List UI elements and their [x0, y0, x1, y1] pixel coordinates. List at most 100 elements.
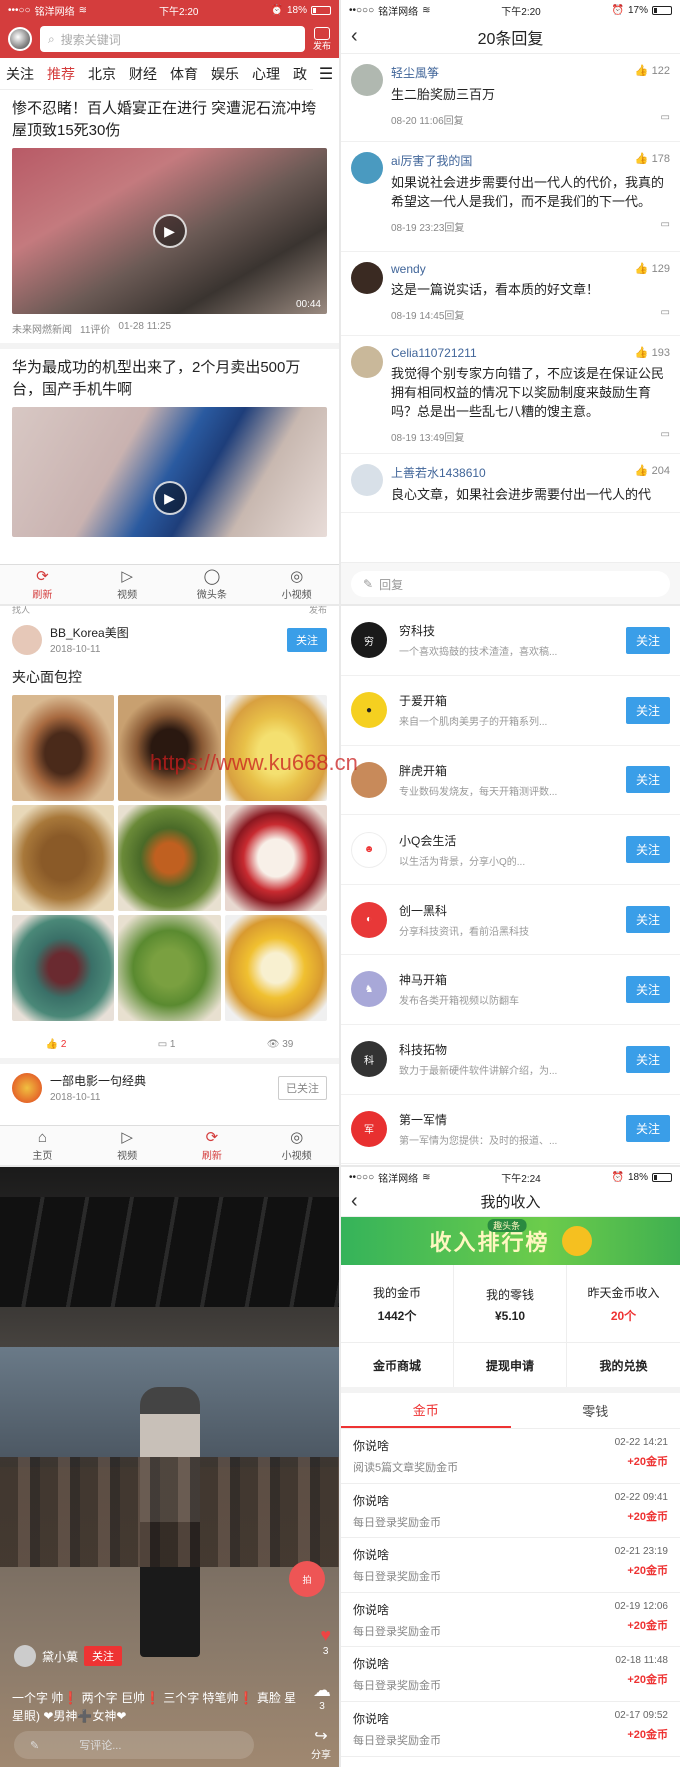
table-row: 你说啥 每日登录奖励金币 02-19 12:06 +20金币: [341, 1593, 680, 1648]
page-title: 20条回复: [477, 30, 544, 48]
back-icon[interactable]: ‹: [351, 1190, 358, 1213]
withdraw-button[interactable]: 提现申请: [454, 1343, 567, 1387]
avatar[interactable]: [351, 152, 383, 184]
avatar[interactable]: [12, 1072, 42, 1103]
nav-shortvideo[interactable]: ◎ 小视频: [254, 565, 339, 604]
nav-video[interactable]: ▷ 视频: [85, 1126, 170, 1165]
photo[interactable]: [118, 915, 221, 1021]
table-row: 你说啥 每日登录奖励金币 02-21 23:19 +20金币: [341, 1538, 680, 1593]
nav-refresh[interactable]: ⟳ 刷新: [0, 565, 85, 604]
coin-mall-button[interactable]: 金币商城: [341, 1343, 454, 1387]
video-thumbnail[interactable]: ▶ 00:44: [12, 148, 327, 314]
tab-entertainment[interactable]: 娱乐: [211, 64, 239, 84]
carrier: 铭洋网络: [34, 6, 75, 18]
avatar[interactable]: 穷: [351, 622, 387, 659]
nav-refresh[interactable]: ⟳ 刷新: [170, 1126, 255, 1165]
follow-button[interactable]: 关注: [287, 627, 327, 652]
photo[interactable]: [12, 805, 115, 911]
watermark: https://www.ku668.cn: [150, 750, 358, 775]
photo[interactable]: [118, 805, 221, 911]
publish-button[interactable]: 发布: [313, 27, 331, 51]
comment-button[interactable]: ▭ 1: [158, 1039, 176, 1050]
follow-button[interactable]: 关注: [625, 766, 670, 794]
avatar[interactable]: 科: [351, 1041, 387, 1078]
avatar[interactable]: [12, 624, 42, 655]
tab-sports[interactable]: 体育: [170, 64, 198, 84]
photo[interactable]: [224, 695, 327, 801]
find-people-link[interactable]: 找人: [12, 606, 30, 616]
reply-input[interactable]: ✎ 回复: [351, 571, 670, 597]
video-thumbnail[interactable]: ▶: [12, 407, 327, 537]
tab-beijing[interactable]: 北京: [88, 64, 116, 84]
avatar[interactable]: [14, 1645, 36, 1667]
ranking-banner[interactable]: 趣头条 收入排行榜: [341, 1217, 680, 1265]
avatar[interactable]: [351, 346, 383, 378]
tab-recommend[interactable]: 推荐: [47, 64, 75, 84]
avatar[interactable]: ♞: [351, 971, 387, 1008]
tab-cash[interactable]: 零钱: [511, 1393, 680, 1428]
comment-icon[interactable]: ▭: [661, 307, 670, 322]
nav-video[interactable]: ▷ 视频: [85, 565, 170, 604]
followed-button[interactable]: 已关注: [278, 1075, 327, 1100]
view-count: 👁 39: [266, 1039, 294, 1050]
share-button[interactable]: ↪ 分享: [311, 1726, 331, 1761]
like-count[interactable]: 👍 122: [635, 64, 670, 81]
comment-input[interactable]: ✎ 写评论...: [14, 1731, 254, 1759]
nav-home[interactable]: ⌂ 主页: [0, 1126, 85, 1165]
avatar[interactable]: ◐: [351, 901, 387, 938]
article-title[interactable]: 惨不忍睹！百人婚宴正在进行 突遭泥石流冲垮屋顶致15死30伤: [0, 90, 339, 148]
tab-follow[interactable]: 关注: [6, 64, 34, 84]
comment-icon[interactable]: ▭: [661, 112, 670, 127]
follow-button[interactable]: 关注: [625, 1045, 670, 1073]
photo[interactable]: [224, 915, 327, 1021]
back-icon[interactable]: ‹: [351, 25, 358, 48]
article-title[interactable]: 华为最成功的机型出来了，2个月卖出500万台，国产手机牛啊: [0, 349, 339, 407]
page-title: 我的收入: [480, 1194, 541, 1211]
avatar[interactable]: [351, 262, 383, 294]
follow-button[interactable]: 关注: [625, 696, 670, 724]
play-icon[interactable]: ▶: [152, 214, 187, 248]
alarm-icon: ⏰: [270, 4, 283, 16]
author-name[interactable]: BB_Korea美图: [50, 624, 129, 641]
follow-button[interactable]: 关注: [625, 975, 670, 1003]
tab-coins[interactable]: 金币: [341, 1393, 511, 1428]
menu-icon[interactable]: ☰: [313, 58, 339, 90]
photo[interactable]: [12, 695, 115, 801]
nav-shortvideo[interactable]: ◎ 小视频: [254, 1126, 339, 1165]
avatar[interactable]: 军: [351, 1110, 387, 1147]
follow-button[interactable]: 关注: [625, 906, 670, 934]
video-frame[interactable]: [0, 1167, 339, 1767]
tab-finance[interactable]: 财经: [129, 64, 157, 84]
my-exchange-button[interactable]: 我的兑换: [567, 1343, 680, 1387]
like-button[interactable]: 👍 2: [46, 1039, 67, 1050]
heart-icon: ♥: [320, 1625, 331, 1645]
avatar[interactable]: [351, 464, 383, 496]
avatar[interactable]: ●: [351, 692, 387, 729]
comment-icon[interactable]: ▭: [661, 429, 670, 444]
table-row: 你说啥 每日登录奖励金币 02-18 11:48 +20金币: [341, 1647, 680, 1702]
record-button[interactable]: 拍: [289, 1561, 325, 1597]
follow-button[interactable]: 关注: [625, 1115, 670, 1143]
nav-micro[interactable]: ◯ 微头条: [170, 565, 255, 604]
photo[interactable]: [12, 915, 115, 1021]
battery-icon: [651, 1172, 672, 1182]
publish-link[interactable]: 发布: [309, 606, 327, 616]
photo[interactable]: [118, 695, 221, 801]
follow-button[interactable]: 关注: [625, 836, 670, 864]
avatar[interactable]: [351, 64, 383, 96]
list-item: ☻ 小Q会生活 以生活为背景，分享小Q的... 关注: [341, 815, 680, 886]
table-row: 你说啥 阅读5篇文章奖励金币 02-22 14:21 +20金币: [341, 1429, 680, 1484]
comment-button[interactable]: ☁ 3: [313, 1680, 331, 1712]
follow-button[interactable]: 关注: [625, 626, 670, 654]
tab-politics[interactable]: 政: [293, 64, 307, 84]
comment-icon[interactable]: ▭: [661, 219, 670, 234]
tab-psychology[interactable]: 心理: [252, 64, 280, 84]
follow-button[interactable]: 关注: [84, 1646, 123, 1666]
search-input[interactable]: ⌕ 搜索关键词: [40, 26, 305, 52]
like-button[interactable]: ♥ 3: [320, 1625, 331, 1657]
play-icon[interactable]: ▶: [152, 481, 187, 515]
avatar[interactable]: [8, 27, 32, 51]
avatar[interactable]: ☻: [351, 831, 387, 868]
coin-balance: 我的金币 1442个: [341, 1265, 454, 1343]
photo[interactable]: [224, 805, 327, 911]
